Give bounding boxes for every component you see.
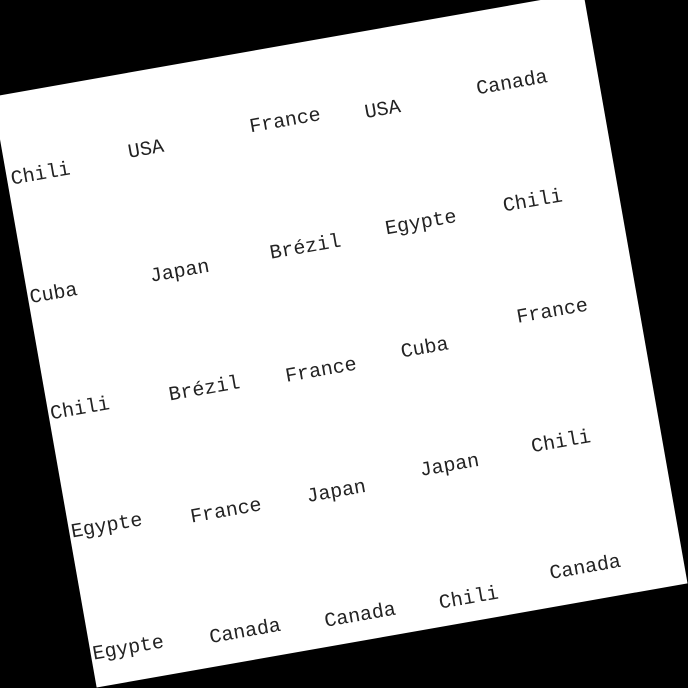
word-r3-c2: Japan (304, 475, 368, 509)
word-r2-c4: France (514, 294, 590, 330)
word-r0-c3: USA (363, 96, 403, 126)
screen: Chili USA France USA Canada Cuba Japan B… (0, 0, 688, 688)
word-r4-c2: Canada (322, 598, 398, 634)
word-r1-c2: Brézil (268, 230, 343, 266)
word-r2-c1: Brézil (167, 372, 243, 408)
word-r2-c0: Chili (48, 393, 112, 427)
word-r2-c3: Cuba (399, 333, 451, 365)
word-r3-c3: Japan (418, 449, 482, 483)
word-r4-c0: Egypte (90, 631, 166, 667)
word-r2-c2: France (283, 353, 359, 389)
word-r4-c3: Chili (437, 582, 501, 616)
word-r1-c3: Egypte (383, 206, 459, 242)
word-grid: Chili USA France USA Canada Cuba Japan B… (0, 0, 688, 688)
word-r1-c4: Chili (501, 185, 565, 219)
word-r0-c1: USA (126, 135, 166, 165)
word-r0-c2: France (247, 104, 323, 140)
word-card: Chili USA France USA Canada Cuba Japan B… (0, 0, 688, 688)
word-r4-c1: Canada (207, 614, 283, 650)
word-r3-c1: France (188, 494, 264, 530)
word-r1-c1: Japan (148, 255, 212, 289)
word-r0-c4: Canada (474, 66, 550, 102)
word-r3-c4: Chili (529, 426, 593, 460)
word-r3-c0: Egypte (69, 509, 145, 545)
word-r1-c0: Cuba (28, 279, 80, 311)
word-r4-c4: Canada (547, 550, 623, 586)
word-r0-c0: Chili (9, 158, 73, 192)
